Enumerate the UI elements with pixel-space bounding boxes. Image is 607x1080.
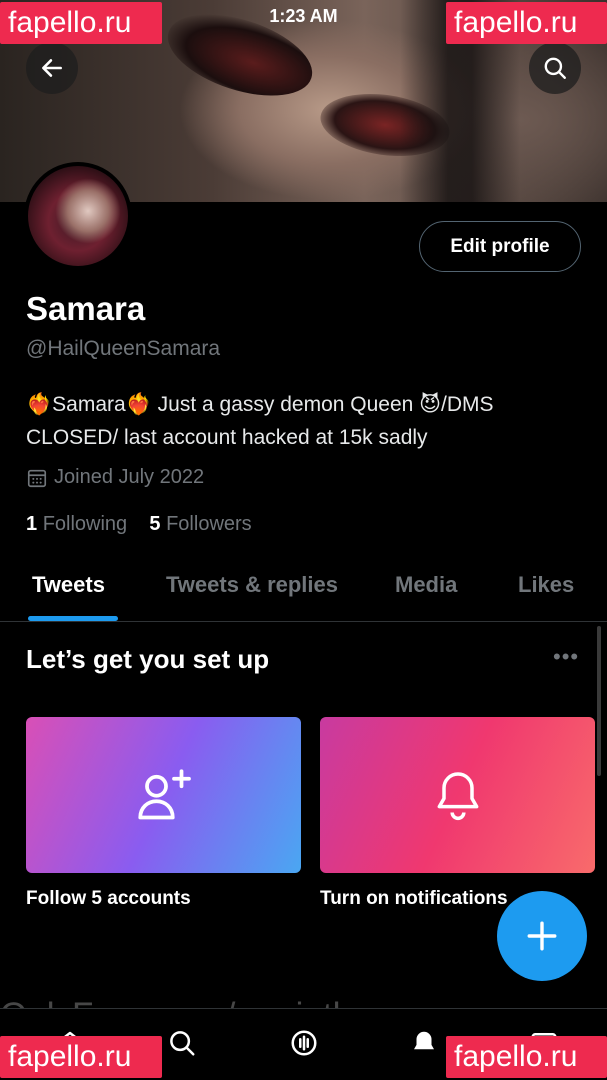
compose-tweet-button[interactable] [497,891,587,981]
more-options-button[interactable]: ••• [553,644,579,670]
calendar-icon [27,469,47,487]
bell-icon [437,772,478,821]
bio-line: CLOSED/ last account hacked at 15k sadly [26,426,428,449]
following-label: Following [42,513,128,535]
follow-stats: 1 Following 5 Followers [26,513,252,536]
edit-profile-button[interactable]: Edit profile [419,221,581,272]
search-button[interactable] [529,42,581,94]
search-icon[interactable] [164,1023,200,1063]
followers-label: Followers [166,513,252,535]
arrow-left-icon [42,59,62,77]
user-handle: @HailQueenSamara [26,337,221,360]
active-tab-indicator [28,616,118,621]
following-count: 1 [26,513,38,535]
search-icon [544,57,566,79]
spaces-icon[interactable] [286,1023,322,1063]
setup-title: Let’s get you set up [26,644,270,674]
follow-accounts-card[interactable] [26,717,301,873]
joined-date: Joined July 2022 [26,466,204,489]
tab-tweets[interactable]: Tweets [32,572,105,598]
notifications-icon[interactable] [406,1023,442,1063]
profile-bio: ❤️‍🔥Samara❤️‍🔥 Just a gassy demon Queen … [26,388,586,454]
watermark-badge: fapello.ru [0,1036,162,1078]
followers-count: 5 [149,513,161,535]
follow-accounts-label: Follow 5 accounts [26,888,191,909]
tab-media[interactable]: Media [395,572,457,598]
add-user-icon [137,769,191,820]
watermark-badge: fapello.ru [446,1036,607,1078]
notifications-label: Turn on notifications [320,888,508,909]
watermark-badge: fapello.ru [0,2,162,44]
joined-label: Joined July 2022 [54,466,205,488]
profile-tabs: Tweets Tweets & replies Media Likes [0,560,607,622]
bio-line: ❤️‍🔥Samara❤️‍🔥 Just a gassy demon Queen … [26,393,494,416]
back-button[interactable] [26,42,78,94]
following-link[interactable]: 1 Following [26,513,133,535]
tab-likes[interactable]: Likes [518,572,574,598]
followers-link[interactable]: 5 Followers [149,513,251,535]
display-name: Samara [26,290,146,327]
scrollbar[interactable] [597,626,601,776]
watermark-badge: fapello.ru [446,2,607,44]
tab-tweets-and-replies[interactable]: Tweets & replies [166,572,338,598]
avatar[interactable] [24,162,132,270]
plus-icon [527,921,557,951]
notifications-card[interactable] [320,717,595,873]
